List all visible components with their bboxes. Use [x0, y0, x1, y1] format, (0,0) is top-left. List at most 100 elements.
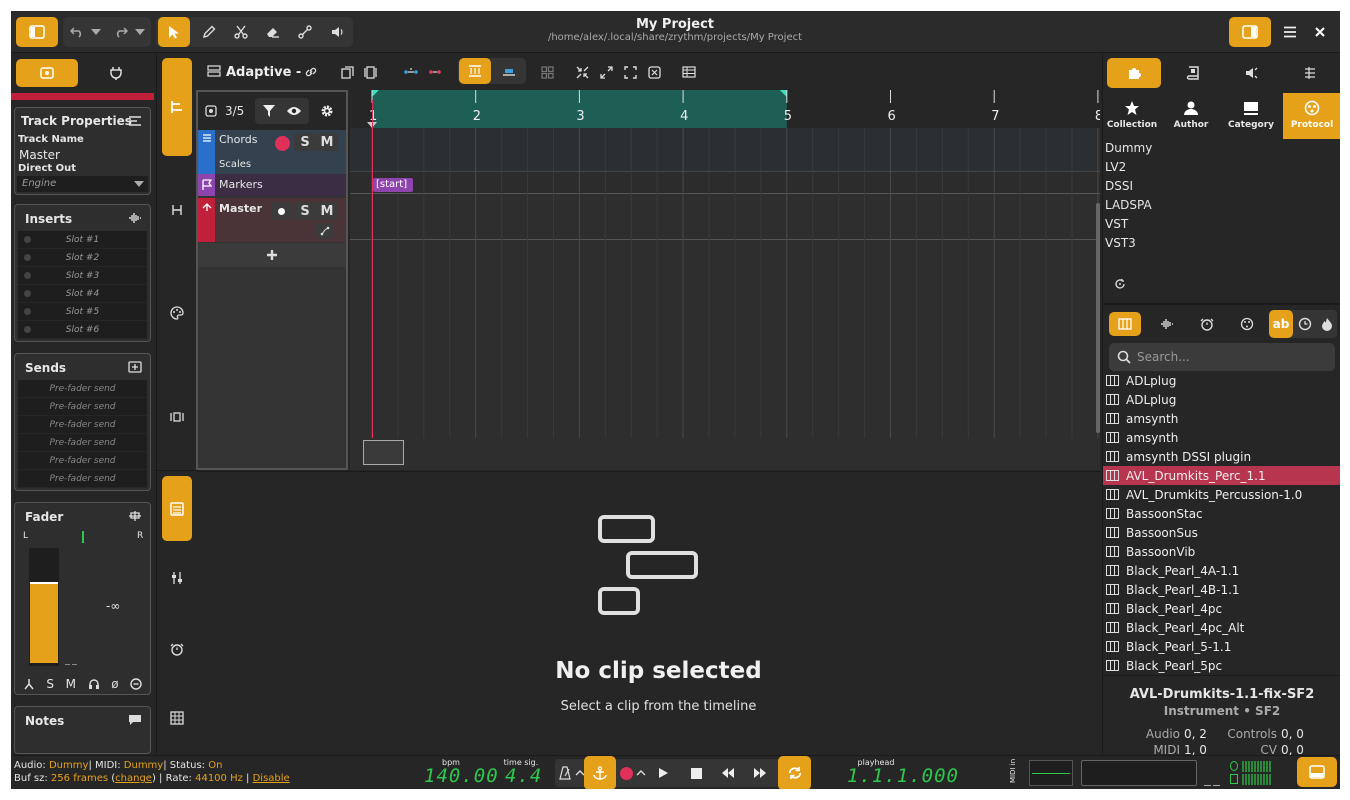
track-inspector-tab[interactable]	[16, 59, 78, 87]
chords-mute-button[interactable]: M	[316, 133, 338, 151]
protocol-item[interactable]: VST3	[1103, 236, 1340, 255]
plugin-list-item[interactable]: BassoonVib	[1103, 542, 1340, 561]
undo-button[interactable]	[67, 21, 87, 43]
mixer-tab[interactable]	[162, 566, 192, 590]
follow-playhead-button[interactable]	[584, 756, 616, 789]
redo-button[interactable]	[111, 21, 131, 43]
metronome-button[interactable]	[557, 761, 573, 785]
best-fit-button[interactable]	[645, 63, 663, 81]
tracklist-tab[interactable]	[162, 58, 192, 156]
disable-engine-link[interactable]: Disable	[253, 773, 290, 784]
send-slot[interactable]: Pre-fader send	[18, 434, 147, 452]
zoom-in-button[interactable]	[573, 63, 591, 81]
filter-tab-protocol[interactable]: Protocol	[1283, 93, 1340, 139]
protocol-item[interactable]: LV2	[1103, 160, 1340, 179]
timeline-vscrollbar[interactable]	[1096, 203, 1100, 433]
plugin-list-item[interactable]: Black_Pearl_5-1.1	[1103, 637, 1340, 656]
send-slot[interactable]: Pre-fader send	[18, 416, 147, 434]
fader-slider[interactable]	[29, 548, 59, 666]
snap-mode-dropdown[interactable]: Adaptive -	[226, 63, 318, 81]
sort-recent-toggle[interactable]	[1294, 312, 1316, 336]
timeline-minimap[interactable]	[363, 440, 404, 465]
plugin-list-item[interactable]: Black_Pearl_5pc	[1103, 656, 1340, 673]
master-track[interactable]: Master S M	[198, 198, 346, 242]
insert-slot[interactable]: Slot #3	[18, 267, 147, 285]
chords-track[interactable]: Chords S M Scales	[198, 130, 346, 174]
slot-enable-toggle[interactable]	[24, 254, 31, 261]
tracklist-settings-button[interactable]	[316, 100, 338, 122]
filter-tracks-button[interactable]	[258, 100, 280, 122]
cut-tool-button[interactable]	[227, 17, 255, 47]
quantize-button[interactable]	[426, 63, 444, 81]
filter-tab-collection[interactable]: Collection	[1103, 93, 1161, 139]
zoom-original-button[interactable]	[621, 63, 639, 81]
slot-enable-toggle[interactable]	[24, 272, 31, 279]
modulators-tab[interactable]	[162, 637, 192, 661]
fader-handle[interactable]	[30, 582, 58, 584]
insert-slot[interactable]: Slot #1	[18, 231, 147, 249]
plugin-inspector-tab[interactable]	[85, 59, 147, 87]
balance-slider[interactable]	[33, 531, 133, 543]
show-automation-button[interactable]	[316, 223, 334, 239]
loop-button[interactable]	[778, 756, 811, 789]
fader-mute-button[interactable]: M	[66, 677, 76, 691]
send-slot[interactable]: Pre-fader send	[18, 380, 147, 398]
markers-track[interactable]: Markers	[198, 174, 346, 196]
slot-enable-toggle[interactable]	[24, 308, 31, 315]
fader-solo-button[interactable]: S	[46, 677, 54, 691]
insert-slot[interactable]: Slot #5	[18, 303, 147, 321]
headphones-icon[interactable]	[88, 678, 100, 690]
playhead-display[interactable]: 1.1.1.000	[847, 765, 959, 787]
protocol-item[interactable]: DSSI	[1103, 179, 1340, 198]
protocol-item[interactable]: VST	[1103, 217, 1340, 236]
loop-range-tab[interactable]	[162, 405, 192, 429]
plugin-list-item[interactable]: amsynth	[1103, 409, 1340, 428]
chord-preset-tab[interactable]	[1283, 58, 1337, 88]
track-name-value[interactable]: Master	[19, 148, 60, 162]
time-signature-display[interactable]: 4.4	[505, 765, 542, 787]
phase-invert-icon[interactable]: ø	[111, 677, 118, 691]
slot-enable-toggle[interactable]	[24, 326, 31, 333]
sort-alphabetical-toggle[interactable]: ab	[1269, 310, 1293, 338]
sort-popular-toggle[interactable]	[1317, 312, 1337, 336]
editor-tab[interactable]	[162, 476, 192, 541]
close-window-button[interactable]	[1308, 19, 1332, 45]
add-track-button[interactable]	[198, 243, 346, 267]
automation-tab[interactable]	[162, 198, 192, 222]
monitor-section-tab[interactable]	[1224, 58, 1278, 88]
slot-enable-toggle[interactable]	[24, 236, 31, 243]
insert-slot[interactable]: Slot #6	[18, 321, 147, 339]
type-filter-midi[interactable]	[1233, 312, 1261, 336]
snap-to-events-toggle[interactable]	[494, 58, 524, 84]
event-viewer-button[interactable]	[680, 63, 698, 81]
zoom-out-button[interactable]	[597, 63, 615, 81]
color-tab[interactable]	[162, 301, 192, 325]
send-slot[interactable]: Pre-fader send	[18, 470, 147, 488]
plugin-list-item[interactable]: ADLplug	[1103, 373, 1340, 390]
add-send-icon[interactable]	[127, 360, 143, 374]
redo-menu-button[interactable]	[133, 21, 147, 43]
protocol-item[interactable]: LADSPA	[1103, 198, 1340, 217]
slot-enable-toggle[interactable]	[24, 290, 31, 297]
toggle-right-panel-button[interactable]	[1229, 17, 1271, 47]
select-tool-button[interactable]	[158, 17, 190, 47]
plugin-list-item[interactable]: BassoonStac	[1103, 504, 1340, 523]
erase-tool-button[interactable]	[259, 17, 287, 47]
track-visibility-button[interactable]	[283, 100, 305, 122]
duplicate-button[interactable]	[338, 63, 356, 81]
bpm-display[interactable]: 140.00	[424, 765, 499, 787]
direct-out-select[interactable]: Engine	[17, 176, 148, 192]
plugin-list-item[interactable]: BassoonSus	[1103, 523, 1340, 542]
master-solo-button[interactable]: S	[294, 202, 316, 220]
master-monitor-button[interactable]	[271, 202, 291, 220]
timeline[interactable]: 1 2 3 4 5 6 7 8 [start]	[350, 90, 1100, 470]
forward-button[interactable]	[749, 761, 771, 785]
type-filter-modulators[interactable]	[1193, 312, 1221, 336]
grid-mode-button[interactable]	[538, 63, 556, 81]
change-buffer-link[interactable]: change	[115, 773, 152, 784]
plugin-list-item[interactable]: amsynth	[1103, 428, 1340, 447]
insert-slot[interactable]: Slot #4	[18, 285, 147, 303]
send-slot[interactable]: Pre-fader send	[18, 452, 147, 470]
pencil-tool-button[interactable]	[195, 17, 223, 47]
insert-slot[interactable]: Slot #2	[18, 249, 147, 267]
